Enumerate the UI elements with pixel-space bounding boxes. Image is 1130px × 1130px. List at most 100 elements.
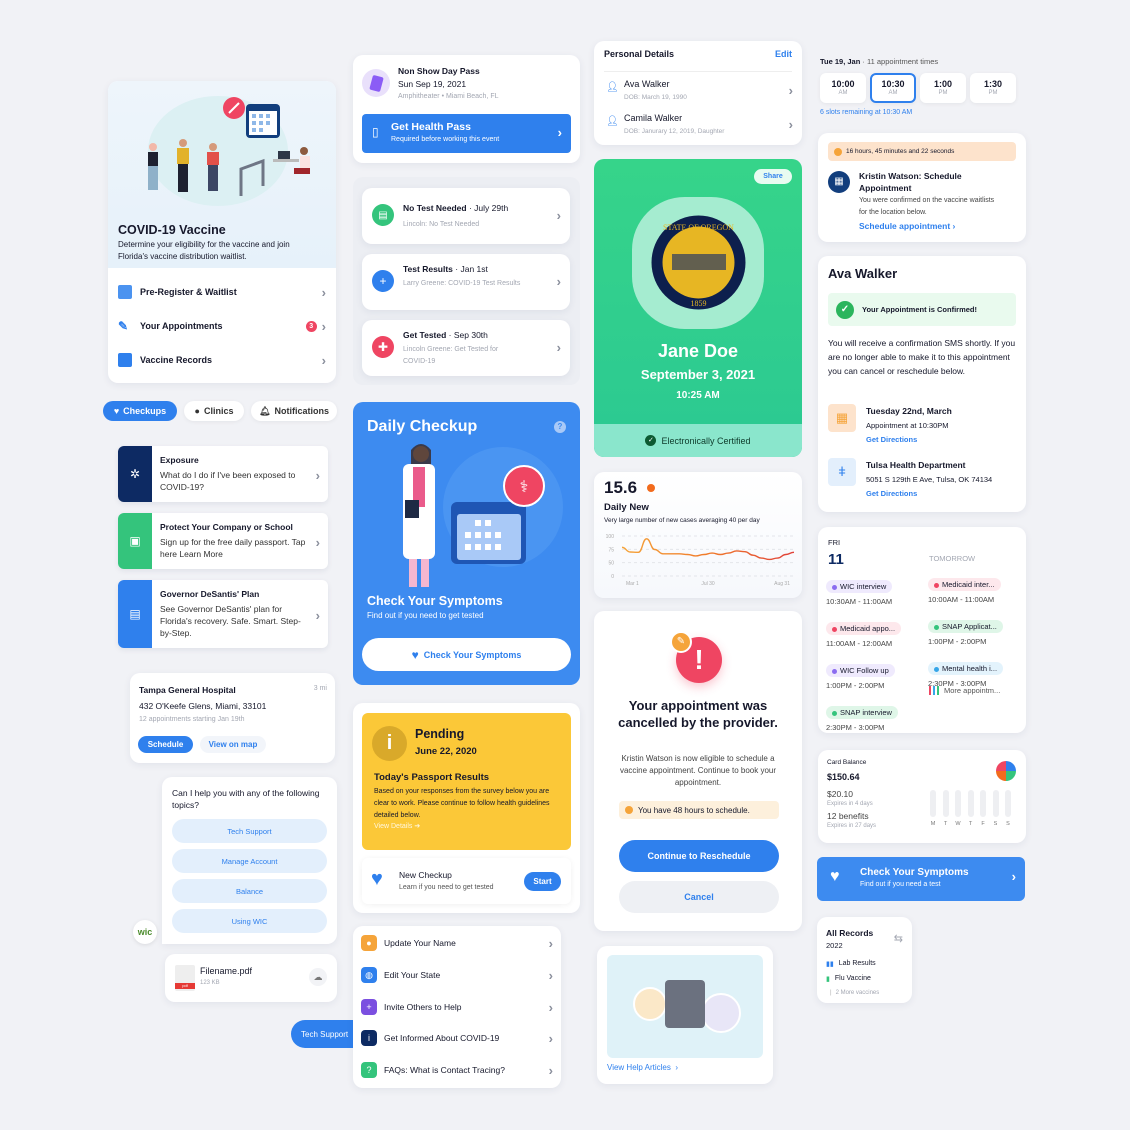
test-title: No Test Needed: [403, 203, 467, 213]
cloud-download-icon[interactable]: ☁: [309, 968, 327, 986]
person-avatar: [701, 993, 741, 1033]
check-symptoms-banner[interactable]: ♥ Check Your Symptoms Find out if you ne…: [817, 857, 1025, 901]
topic-using-wic[interactable]: Using WIC: [172, 909, 327, 933]
tab-checkups[interactable]: ♥ Checkups: [103, 401, 177, 421]
time-slot[interactable]: 1:00 PM: [920, 73, 966, 103]
cancel-button[interactable]: Cancel: [619, 881, 779, 913]
exposure-card[interactable]: ✲ Exposure What do I do if I've been exp…: [118, 446, 328, 502]
tab-label: Clinics: [203, 406, 234, 416]
day-pass-card: Non Show Day Pass Sun Sep 19, 2021 Amphi…: [353, 55, 580, 163]
test-item[interactable]: + Test Results · Jan 1st Larry Greene: C…: [362, 254, 570, 310]
test-item[interactable]: ✚ Get Tested · Sep 30th Lincoln Greene: …: [362, 320, 570, 376]
chevron-right-icon: ›: [548, 999, 553, 1015]
wic-avatar: wic: [133, 920, 157, 944]
person-dob: DOB: March 19, 1990: [624, 94, 687, 101]
notice-body: You were confirmed on the vaccine waitli…: [859, 197, 995, 216]
new-checkup-row[interactable]: ♥ New Checkup Learn if you need to get t…: [362, 858, 571, 904]
pin-icon: ǂ: [828, 458, 856, 486]
seal-year: 1859: [691, 299, 707, 308]
edit-state-item[interactable]: ◍ Edit Your State ›: [361, 963, 553, 987]
doctor-illustration: ⚕: [403, 444, 563, 587]
event-time: 1:00PM - 2:00PM: [928, 637, 987, 646]
view-map-button[interactable]: View on map: [200, 736, 266, 753]
start-button[interactable]: Start: [524, 872, 561, 891]
topic-manage-account[interactable]: Manage Account: [172, 849, 327, 873]
help-icon[interactable]: ?: [554, 421, 566, 433]
user-message-bubble: Tech Support: [291, 1020, 353, 1048]
view-details-link[interactable]: View Details ➔: [374, 822, 420, 830]
more-label: 2 More vaccines: [835, 990, 880, 996]
agenda-event[interactable]: SNAP interview 2:30PM - 3:00PM: [826, 702, 916, 732]
continue-reschedule-button[interactable]: Continue to Reschedule: [619, 840, 779, 872]
swap-icon[interactable]: ⇆: [894, 932, 903, 945]
person-icon: 👤︎: [606, 116, 619, 127]
pin-icon: ●: [194, 406, 200, 416]
view-help-link[interactable]: View Help Articles ›: [607, 1063, 678, 1072]
vaccine-records-item[interactable]: Vaccine Records ›: [118, 350, 326, 370]
link-label: View Details: [374, 823, 413, 830]
records-card[interactable]: All Records 2022 ⇆ ▮▮ Lab Results ▮ Flu Va…: [817, 917, 912, 1003]
protect-company-card[interactable]: ▣ Protect Your Company or School Sign up…: [118, 513, 328, 569]
get-health-pass-button[interactable]: ▯ Get Health Pass Required before workin…: [362, 114, 571, 153]
agenda-event[interactable]: WIC interview 10:30AM - 11:00AM: [826, 576, 916, 606]
person-row[interactable]: 👤︎ Camila Walker DOB: Janurary 12, 2019,…: [594, 110, 802, 142]
event-chip: Mental health i...: [928, 662, 1004, 675]
update-name-item[interactable]: ● Update Your Name ›: [361, 931, 553, 955]
get-informed-item[interactable]: i Get Informed About COVID-19 ›: [361, 1026, 553, 1050]
pre-register-item[interactable]: Pre-Register & Waitlist ›: [118, 282, 326, 302]
symptoms-sub: Find out if you need to get tested: [367, 611, 484, 620]
event-time: 2:30PM - 3:00PM: [826, 723, 885, 732]
chevron-right-icon: ›: [315, 468, 320, 483]
heart-icon: ♥: [371, 868, 383, 890]
record-item[interactable]: ▮▮ Lab Results: [826, 960, 876, 968]
governor-plan-card[interactable]: ▤ Governor DeSantis' Plan See Governor D…: [118, 580, 328, 648]
chevron-right-icon: ›: [548, 1062, 553, 1078]
check-symptoms-button[interactable]: ♥ Check Your Symptoms: [362, 638, 571, 671]
more-appointments-link[interactable]: More appointm...: [929, 686, 1000, 695]
card-balance-widget: Card Balance $150.64 $20.10 Expires in 4…: [818, 750, 1026, 843]
appointment-date: Tuesday 22nd, March: [866, 406, 952, 416]
test-date: July 29th: [474, 203, 509, 213]
share-button[interactable]: Share: [754, 169, 792, 184]
x-tick-label: Aug 31: [774, 581, 790, 587]
get-directions-link[interactable]: Get Directions: [866, 435, 917, 444]
day-label: S: [993, 821, 998, 827]
benefits-expires: Expires in 27 days: [827, 823, 877, 829]
agenda-event[interactable]: Mental health i... 2:30PM - 3:00PM: [928, 658, 1023, 688]
faq-item[interactable]: ? FAQs: What is Contact Tracing? ›: [361, 1058, 553, 1082]
agenda-event[interactable]: Medicaid appo... 11:00AM - 12:00AM: [826, 618, 916, 648]
event-chip: Medicaid appo...: [826, 622, 902, 635]
event-label: SNAP interview: [840, 708, 892, 717]
topic-tech-support[interactable]: Tech Support: [172, 819, 327, 843]
agenda-event[interactable]: Medicaid inter... 10:00AM - 11:00AM: [928, 574, 1023, 604]
help-articles-card[interactable]: View Help Articles ›: [597, 946, 773, 1084]
agenda-day: FRI: [828, 538, 841, 547]
record-item[interactable]: ▮ Flu Vaccine: [826, 975, 871, 983]
get-directions-link[interactable]: Get Directions: [866, 489, 917, 498]
time-slot[interactable]: 1:30 PM: [970, 73, 1016, 103]
notice-title: Kristin Watson: Schedule Appointment: [859, 171, 962, 193]
pass-date: Sun Sep 19, 2021: [398, 79, 467, 89]
chevron-right-icon: ›: [548, 935, 553, 951]
tab-clinics[interactable]: ● Clinics: [184, 401, 244, 421]
slot-time: 1:30: [983, 79, 1002, 89]
event-dot: [934, 666, 939, 672]
appointments-item[interactable]: ✎ Your Appointments 3 ›: [118, 316, 326, 336]
edit-button[interactable]: Edit: [775, 49, 792, 59]
chevron-right-icon: ›: [788, 117, 793, 132]
time-slot-selected[interactable]: 10:30 AM: [870, 73, 916, 103]
time-slot[interactable]: 10:00 AM: [820, 73, 866, 103]
agenda-event[interactable]: SNAP Applicat... 1:00PM - 2:00PM: [928, 616, 1023, 646]
info-icon: i: [372, 726, 407, 761]
person-row[interactable]: 👤︎ Ava Walker DOB: March 19, 1990 ›: [594, 76, 802, 108]
tab-notifications[interactable]: 🔔︎ Notifications: [251, 401, 337, 421]
test-item[interactable]: ▤ No Test Needed · July 29th Lincoln: No…: [362, 188, 570, 244]
schedule-appointment-link[interactable]: Schedule appointment ›: [859, 221, 955, 231]
file-attachment[interactable]: pdf Filename.pdf 123 KB ☁: [165, 954, 337, 1002]
agenda-event[interactable]: WIC Follow up 1:00PM - 2:00PM: [826, 660, 916, 690]
slots-header: Tue 19, Jan · 11 appointment times: [820, 57, 939, 66]
schedule-button[interactable]: Schedule: [138, 736, 193, 753]
topic-balance[interactable]: Balance: [172, 879, 327, 903]
card-title: Protect Your Company or School: [160, 522, 293, 532]
invite-others-item[interactable]: + Invite Others to Help ›: [361, 995, 553, 1019]
